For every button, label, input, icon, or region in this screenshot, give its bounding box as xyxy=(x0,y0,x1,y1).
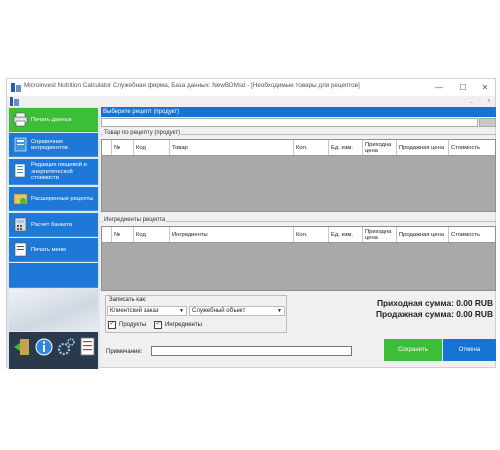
mdi-close-button[interactable]: x xyxy=(485,98,493,105)
products-grid-header: № Код Товар Кол. Ед. изм. Приходна цена … xyxy=(102,140,495,156)
sidebar-item-label: Печать меню xyxy=(31,246,67,253)
save-as-label: Записать как: xyxy=(109,297,147,303)
close-button[interactable]: ✕ xyxy=(476,80,494,95)
chevron-down-icon: ▼ xyxy=(179,308,184,314)
sidebar-item-label: Расширенные рецепты xyxy=(31,195,94,202)
mdi-restore-button[interactable]: ▫ xyxy=(476,98,484,105)
col-purchase-price[interactable]: Приходна цена xyxy=(363,227,397,242)
save-as-type-select[interactable]: Клиентский заказ ▼ xyxy=(107,306,187,316)
recipe-folder-icon xyxy=(13,193,28,205)
sidebar-background xyxy=(9,289,98,331)
col-number[interactable]: № xyxy=(112,140,134,155)
ingredients-group-title: Ингредиенты рецепта xyxy=(103,217,167,223)
col-number[interactable]: № xyxy=(112,227,134,242)
sidebar-item-nutrition-edit[interactable]: Редакция пищевой и энергетической стоимо… xyxy=(9,159,98,185)
main-panel: Выберите рецепт (продукт) Товар по рецеп… xyxy=(101,107,496,369)
purchase-total: Приходная сумма: 0.00 RUB xyxy=(376,298,493,308)
col-ingredients[interactable]: Ингредиенты xyxy=(170,227,294,242)
products-checkbox[interactable]: ✓ Продукты xyxy=(108,321,146,329)
products-group-title: Товар по рецепту (продукт) xyxy=(103,130,182,136)
products-checkbox-label: Продукты xyxy=(119,322,147,328)
col-code[interactable]: Код xyxy=(134,227,170,242)
cancel-button[interactable]: Отмена xyxy=(443,339,496,361)
note-input[interactable] xyxy=(151,346,352,356)
sidebar-item-label: Расчет банкета xyxy=(31,221,73,228)
recipe-select-label: Выберите рецепт (продукт) xyxy=(101,107,496,117)
sidebar-item-print-menu[interactable]: Печать меню xyxy=(9,238,98,262)
window-title: Microinvest Nutrition Calculator Служебн… xyxy=(24,82,360,89)
col-cost[interactable]: Стоимость xyxy=(449,227,495,242)
save-button[interactable]: Сохранить xyxy=(384,339,442,361)
sidebar-item-print-data[interactable]: Печать данных xyxy=(9,108,98,132)
ingredients-checkbox[interactable]: ✓ Ингредиенты xyxy=(154,321,202,329)
col-qty[interactable]: Кол. xyxy=(294,227,329,242)
info-icon[interactable] xyxy=(34,336,54,358)
book-icon xyxy=(14,137,27,152)
col-unit[interactable]: Ед. изм. xyxy=(329,227,363,242)
ingredients-grid[interactable]: № Код Ингредиенты Кол. Ед. изм. Приходна… xyxy=(101,226,496,291)
printer-icon xyxy=(13,112,28,127)
sidebar-item-label: Справочник ингредиентов xyxy=(31,138,68,152)
col-sale-price[interactable]: Продажная цена xyxy=(397,140,449,155)
col-qty[interactable]: Кол. xyxy=(294,140,329,155)
note-label: Примечание: xyxy=(106,349,143,355)
col-product[interactable]: Товар xyxy=(170,140,294,155)
minimize-button[interactable]: — xyxy=(430,80,448,95)
sidebar-item-label: Редакция пищевой и энергетической стоимо… xyxy=(31,162,87,182)
bottom-panel: Записать как: Клиентский заказ ▼ Служебн… xyxy=(101,293,496,369)
ingredients-checkbox-label: Ингредиенты xyxy=(165,322,202,328)
sidebar-item-banquet-calc[interactable]: Расчет банкета xyxy=(9,213,98,237)
sidebar-empty-slot xyxy=(9,263,98,288)
mdi-menu-bar: _ ▫ x xyxy=(7,96,495,107)
checkbox-check-icon: ✓ xyxy=(108,321,116,329)
col-indicator xyxy=(102,227,112,242)
ingredients-grid-header: № Код Ингредиенты Кол. Ед. изм. Приходна… xyxy=(102,227,495,243)
menu-document-icon xyxy=(14,242,27,257)
sidebar-tools xyxy=(9,332,98,369)
calculator-icon xyxy=(14,217,27,232)
exit-icon[interactable] xyxy=(12,336,32,358)
recipe-input[interactable] xyxy=(101,118,478,127)
products-grid[interactable]: № Код Товар Кол. Ед. изм. Приходна цена … xyxy=(101,139,496,212)
sidebar-item-ingredients-ref[interactable]: Справочник ингредиентов xyxy=(9,133,98,157)
maximize-button[interactable]: ☐ xyxy=(454,80,472,95)
app-window: Microinvest Nutrition Calculator Служебн… xyxy=(6,78,496,369)
sidebar-item-label: Печать данных xyxy=(31,116,72,123)
mdi-app-icon[interactable] xyxy=(10,97,19,106)
checkbox-check-icon: ✓ xyxy=(154,321,162,329)
sidebar-item-extended-recipes[interactable]: Расширенные рецепты xyxy=(9,187,98,211)
title-bar: Microinvest Nutrition Calculator Служебн… xyxy=(7,79,495,96)
sidebar: Печать данных Справочник ингредиентов Ре… xyxy=(7,107,100,369)
settings-icon[interactable] xyxy=(56,336,76,358)
col-code[interactable]: Код xyxy=(134,140,170,155)
report-icon[interactable] xyxy=(78,336,98,358)
document-edit-icon xyxy=(14,163,26,178)
totals: Приходная сумма: 0.00 RUB Продажная сумм… xyxy=(376,298,493,320)
save-as-object-value: Служебный объект xyxy=(192,308,246,314)
col-purchase-price[interactable]: Приходна цена xyxy=(363,140,397,155)
save-as-object-select[interactable]: Служебный объект ▼ xyxy=(189,306,285,316)
save-as-group: Записать как: Клиентский заказ ▼ Служебн… xyxy=(105,295,287,333)
col-cost[interactable]: Стоимость xyxy=(449,140,495,155)
app-logo-icon xyxy=(11,83,21,92)
sale-total: Продажная сумма: 0.00 RUB xyxy=(375,309,493,319)
col-unit[interactable]: Ед. изм. xyxy=(329,140,363,155)
chevron-down-icon: ▼ xyxy=(277,308,282,314)
mdi-minimize-button[interactable]: _ xyxy=(467,98,475,105)
col-indicator xyxy=(102,140,112,155)
col-sale-price[interactable]: Продажная цена xyxy=(397,227,449,242)
save-as-type-value: Клиентский заказ xyxy=(110,308,159,314)
recipe-browse-button[interactable] xyxy=(479,118,496,127)
